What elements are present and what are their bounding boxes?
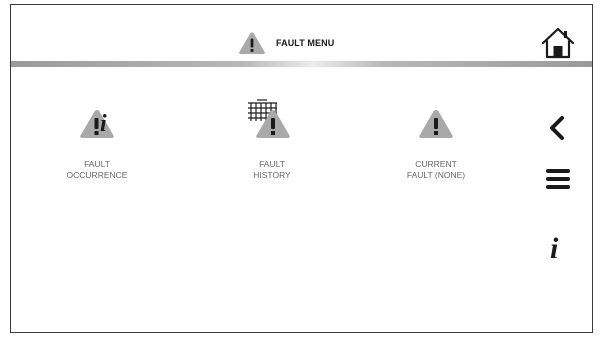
header-divider (11, 61, 592, 67)
fault-occurrence-label-line1: FAULT (84, 159, 110, 169)
chevron-left-icon (550, 116, 564, 140)
header-title-group: FAULT MENU (238, 31, 334, 55)
svg-text:i: i (550, 232, 559, 263)
fault-history-icon-box (217, 97, 327, 149)
fault-history-tile[interactable]: FAULT HISTORY (217, 97, 327, 181)
fault-occurrence-tile[interactable]: i FAULT OCCURRENCE (42, 97, 152, 181)
svg-text:i: i (100, 111, 107, 137)
info-icon: i (550, 232, 559, 265)
current-fault-label-line1: CURRENT (415, 159, 457, 169)
back-button[interactable] (541, 111, 575, 145)
info-button[interactable]: i (541, 229, 575, 265)
fault-history-label-line1: FAULT (259, 159, 285, 169)
home-button[interactable] (540, 26, 576, 60)
header-bar: FAULT MENU (11, 5, 592, 61)
fault-occurrence-label-line2: OCCURRENCE (66, 170, 128, 180)
screen-frame: FAULT MENU i FAULT OCCURRENCE FAULT HIST… (10, 4, 593, 333)
hamburger-menu-icon (546, 169, 570, 189)
warning-info-icon: i (80, 110, 114, 138)
page-title: FAULT MENU (276, 38, 335, 48)
home-icon (541, 27, 575, 59)
fault-history-label: FAULT HISTORY (217, 159, 327, 181)
current-fault-tile[interactable]: CURRENT FAULT (NONE) (381, 97, 491, 181)
warning-triangle-icon (239, 32, 265, 54)
current-fault-icon-box (381, 97, 491, 149)
fault-occurrence-icon-box: i (42, 97, 152, 149)
warning-triangle-icon (419, 110, 453, 138)
current-fault-label: CURRENT FAULT (NONE) (381, 159, 491, 181)
menu-button[interactable] (541, 162, 575, 196)
fault-history-label-line2: HISTORY (253, 170, 291, 180)
fault-occurrence-label: FAULT OCCURRENCE (42, 159, 152, 181)
warning-history-grid-icon (248, 99, 290, 138)
current-fault-label-line2: FAULT (NONE) (406, 170, 466, 180)
